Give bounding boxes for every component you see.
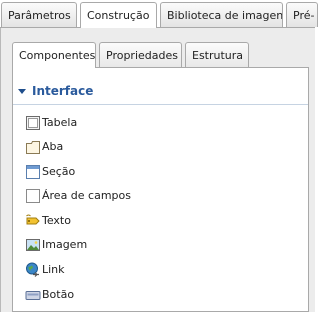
component-label: Link — [42, 263, 65, 276]
tab-pre[interactable]: Pré- — [286, 2, 318, 27]
tab-biblioteca-de-imagens[interactable]: Biblioteca de imagens — [160, 2, 283, 27]
tab-estrutura[interactable]: Estrutura — [185, 42, 249, 67]
component-area-de-campos[interactable]: Área de campos — [25, 187, 285, 205]
section-header-interface[interactable]: Interface — [13, 82, 308, 105]
component-label: Botão — [42, 288, 75, 301]
component-secao[interactable]: Seção — [25, 163, 285, 181]
component-label: Seção — [42, 165, 76, 178]
component-label: Imagem — [42, 238, 88, 251]
component-label: Texto — [42, 214, 71, 227]
tab-label: Estrutura — [192, 49, 244, 62]
component-texto[interactable]: Texto — [25, 212, 285, 230]
tab-label: Parâmetros — [8, 9, 71, 22]
tab-construcao[interactable]: Construção — [80, 2, 157, 28]
top-tab-bar: Parâmetros Construção Biblioteca de imag… — [0, 0, 318, 28]
section-title: Interface — [32, 84, 94, 98]
tab-componentes[interactable]: Componentes — [12, 42, 96, 68]
component-aba[interactable]: Aba — [25, 138, 285, 156]
button-icon — [25, 291, 41, 300]
tab-parametros[interactable]: Parâmetros — [1, 2, 77, 27]
tab-label: Componentes — [19, 49, 96, 62]
component-label: Tabela — [42, 116, 78, 129]
field-area-icon — [26, 189, 40, 203]
globe-link-icon — [26, 262, 39, 277]
table-icon — [26, 116, 40, 130]
component-botao[interactable]: Botão — [25, 286, 285, 304]
component-label: Aba — [42, 140, 64, 153]
tab-label: Propriedades — [106, 49, 178, 62]
component-link[interactable]: Link — [25, 261, 285, 279]
caret-down-icon[interactable] — [18, 89, 26, 94]
text-label-icon — [26, 214, 40, 225]
component-label: Área de campos — [42, 189, 132, 202]
section-window-icon — [26, 165, 40, 179]
tab-label: Biblioteca de imagens — [167, 9, 283, 22]
folder-tab-icon — [26, 141, 40, 154]
component-imagem[interactable]: Imagem — [25, 236, 285, 254]
component-tabela[interactable]: Tabela — [25, 114, 285, 132]
image-icon — [26, 239, 40, 251]
tab-label: Construção — [87, 9, 150, 22]
tab-propriedades[interactable]: Propriedades — [99, 42, 182, 67]
tab-label: Pré- — [293, 9, 315, 22]
components-panel: Interface Tabela Aba Seção Área de campo… — [12, 67, 309, 312]
